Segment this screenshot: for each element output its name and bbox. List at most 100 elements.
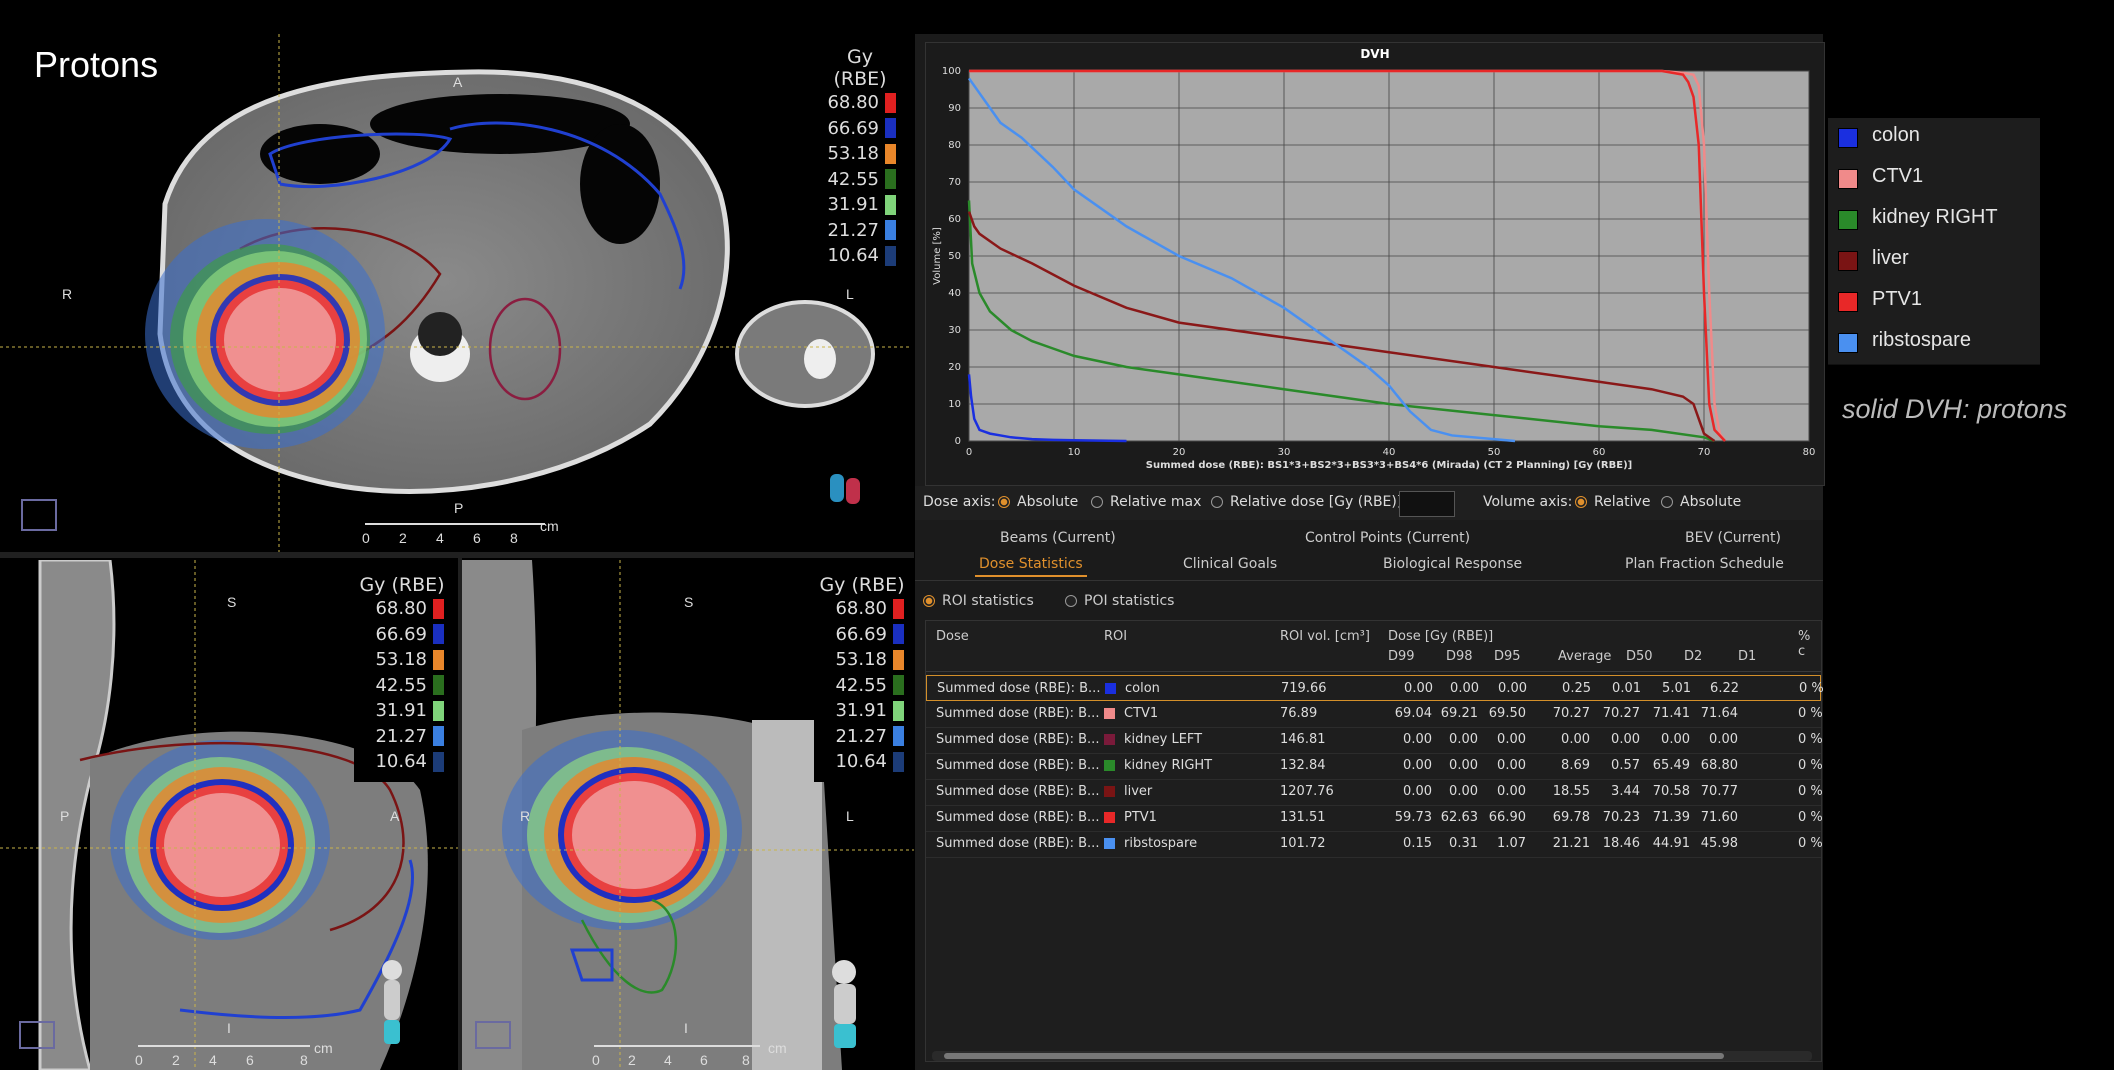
cell-d1: 70.77	[1700, 784, 1738, 799]
dose-legend-swatch	[885, 245, 896, 266]
cell-roi: ribstospare	[1124, 836, 1198, 851]
dose-axis-relative-dose-radio[interactable]: Relative dose [Gy (RBE)]:	[1211, 494, 1407, 510]
coronal-orient-top: S	[684, 594, 694, 610]
table-row[interactable]: Summed dose (RBE): B... 1207.76 0.00 0.00 0.…	[926, 779, 1823, 806]
coronal-scale-unit: cm	[768, 1040, 787, 1056]
table-horizontal-scrollbar[interactable]	[932, 1051, 1812, 1061]
cell-dose: Summed dose (RBE): B...	[937, 681, 1101, 696]
coronal-view[interactable]: S R L I 0 2 4 6 8 cm Gy (RBE) 68.80 66.69 5…	[462, 560, 914, 1070]
dose-legend-value: 68.80	[375, 598, 427, 620]
roi-color-swatch	[1104, 838, 1115, 849]
poi-statistics-radio[interactable]: POI statistics	[1065, 593, 1174, 609]
col-header-d95[interactable]: D95	[1494, 649, 1521, 664]
tab-control-points[interactable]: Control Points (Current)	[1305, 530, 1470, 546]
dose-legend-swatch	[893, 649, 904, 670]
cell-vol: 101.72	[1280, 836, 1326, 851]
sagittal-view[interactable]: S P A I 0 2 4 6 8 cm Gy (RBE) 68.80 66.69 5…	[0, 560, 458, 1070]
dose-axis-absolute-radio[interactable]: Absolute	[998, 494, 1078, 510]
dose-legend-value: 66.69	[375, 623, 427, 645]
col-header-d1[interactable]: D1	[1738, 649, 1756, 664]
view-divider-h[interactable]	[0, 552, 914, 558]
table-row[interactable]: Summed dose (RBE): B... 131.51 59.73 62.63 6…	[926, 805, 1823, 832]
coronal-orient-bottom: I	[684, 1020, 688, 1036]
cell-d99: 0.00	[1404, 681, 1433, 696]
sagittal-scale-tick-2: 4	[209, 1052, 217, 1068]
tab-plan-fraction-schedule[interactable]: Plan Fraction Schedule	[1625, 556, 1784, 572]
cell-roi: colon	[1125, 681, 1160, 696]
col-header-dose[interactable]: Dose	[936, 629, 969, 644]
roi-color-swatch	[1104, 786, 1115, 797]
cell-vol: 132.84	[1280, 758, 1326, 773]
dose-legend-level: 31.91	[814, 698, 910, 724]
cell-d95: 1.07	[1497, 836, 1526, 851]
relative-dose-input[interactable]	[1399, 491, 1455, 517]
axial-view[interactable]: Protons A R L P 0 2 4 6 8 cm Gy (RBE) 68.…	[0, 34, 912, 552]
col-header-roi-vol[interactable]: ROI vol. [cm³]	[1280, 629, 1370, 644]
axial-scale-tick-2: 4	[436, 530, 444, 546]
table-row[interactable]: Summed dose (RBE): B... 101.72 0.15 0.31 1.0…	[926, 831, 1823, 858]
tab-biological-response[interactable]: Biological Response	[1383, 556, 1522, 572]
roi-legend-item: ribstospare	[1828, 323, 2040, 365]
table-row[interactable]: Summed dose (RBE): B... 146.81 0.00 0.00 0.0…	[926, 727, 1823, 754]
col-header-pct[interactable]: % c	[1798, 629, 1821, 659]
axial-orient-bottom: P	[454, 500, 464, 516]
table-row[interactable]: Summed dose (RBE): B... 132.84 0.00 0.00 0.0…	[926, 753, 1823, 780]
tab-bev[interactable]: BEV (Current)	[1685, 530, 1781, 546]
axial-dose-legend: Gy (RBE) 68.80 66.69 53.18 42.55 31.91 21.27 10…	[818, 40, 902, 266]
axial-orient-right: L	[846, 286, 854, 302]
cell-d50: 0.57	[1611, 758, 1640, 773]
cell-d2: 71.41	[1652, 706, 1690, 721]
dvh-ytick-label: 70	[948, 177, 961, 188]
roi-statistics-radio[interactable]: ROI statistics	[923, 593, 1034, 609]
sagittal-scale-tick-1: 2	[172, 1052, 180, 1068]
cell-roi: kidney RIGHT	[1124, 758, 1213, 773]
roi-legend-swatch	[1838, 333, 1858, 353]
view-divider-v[interactable]	[458, 556, 462, 1070]
cell-d1: 71.64	[1700, 706, 1738, 721]
dvh-xlabel: Summed dose (RBE): BS1*3+BS2*3+BS3*3+BS4…	[1146, 460, 1632, 471]
stats-mode: ROI statistics POI statistics	[915, 586, 1823, 616]
col-header-roi[interactable]: ROI	[1104, 629, 1127, 644]
cell-avg: 18.55	[1552, 784, 1590, 799]
col-header-d50[interactable]: D50	[1626, 649, 1653, 664]
sagittal-scale-tick-3: 6	[246, 1052, 254, 1068]
volume-axis-absolute-radio[interactable]: Absolute	[1661, 494, 1741, 510]
cell-d98: 0.31	[1449, 836, 1478, 851]
roi-color-swatch	[1104, 760, 1115, 771]
sagittal-orient-top: S	[227, 594, 237, 610]
dose-legend-level: 53.18	[354, 647, 450, 673]
sagittal-orient-right: A	[390, 808, 400, 824]
dvh-xtick-label: 40	[1383, 447, 1396, 458]
cell-d50: 70.23	[1602, 810, 1640, 825]
dvh-ytick-label: 100	[942, 66, 961, 77]
coronal-scale-tick-1: 2	[628, 1052, 636, 1068]
dose-legend-title: Gy (RBE)	[359, 574, 445, 596]
col-header-d2[interactable]: D2	[1684, 649, 1702, 664]
table-row[interactable]: Summed dose (RBE): B... 719.66 0.00 0.00 0.0…	[926, 675, 1824, 701]
radio-label: Relative max	[1110, 494, 1202, 510]
roi-legend-label: colon	[1872, 124, 1920, 146]
tab-clinical-goals[interactable]: Clinical Goals	[1183, 556, 1277, 572]
dvh-ytick-label: 30	[948, 325, 961, 336]
scrollbar-thumb[interactable]	[944, 1053, 1724, 1059]
roi-legend-label: liver	[1872, 247, 1909, 269]
tab-beams[interactable]: Beams (Current)	[1000, 530, 1116, 546]
table-row[interactable]: Summed dose (RBE): B... 76.89 69.04 69.21 69…	[926, 701, 1823, 728]
cell-d98: 0.00	[1449, 758, 1478, 773]
tab-dose-statistics[interactable]: Dose Statistics	[975, 556, 1087, 577]
roi-color-swatch	[1104, 734, 1115, 745]
coronal-orient-left: R	[520, 808, 531, 824]
cell-dose: Summed dose (RBE): B...	[936, 784, 1100, 799]
volume-axis-label: Volume axis:	[1483, 494, 1573, 510]
dose-legend-swatch	[433, 649, 444, 670]
volume-axis-relative-radio[interactable]: Relative	[1575, 494, 1650, 510]
dvh-chart[interactable]: 0 10 20 30 40 50 60 70 80 0 10 20 30 40 50 60 70 80 90 100 V…	[926, 43, 1824, 485]
dose-legend-value: 31.91	[835, 700, 887, 722]
dose-legend-level: 10.64	[814, 749, 910, 775]
col-header-d98[interactable]: D98	[1446, 649, 1473, 664]
col-header-average[interactable]: Average	[1558, 649, 1611, 664]
dose-axis-relative-max-radio[interactable]: Relative max	[1091, 494, 1201, 510]
cell-d95: 69.50	[1488, 706, 1526, 721]
col-header-d99[interactable]: D99	[1388, 649, 1415, 664]
cell-d1: 6.22	[1710, 681, 1739, 696]
